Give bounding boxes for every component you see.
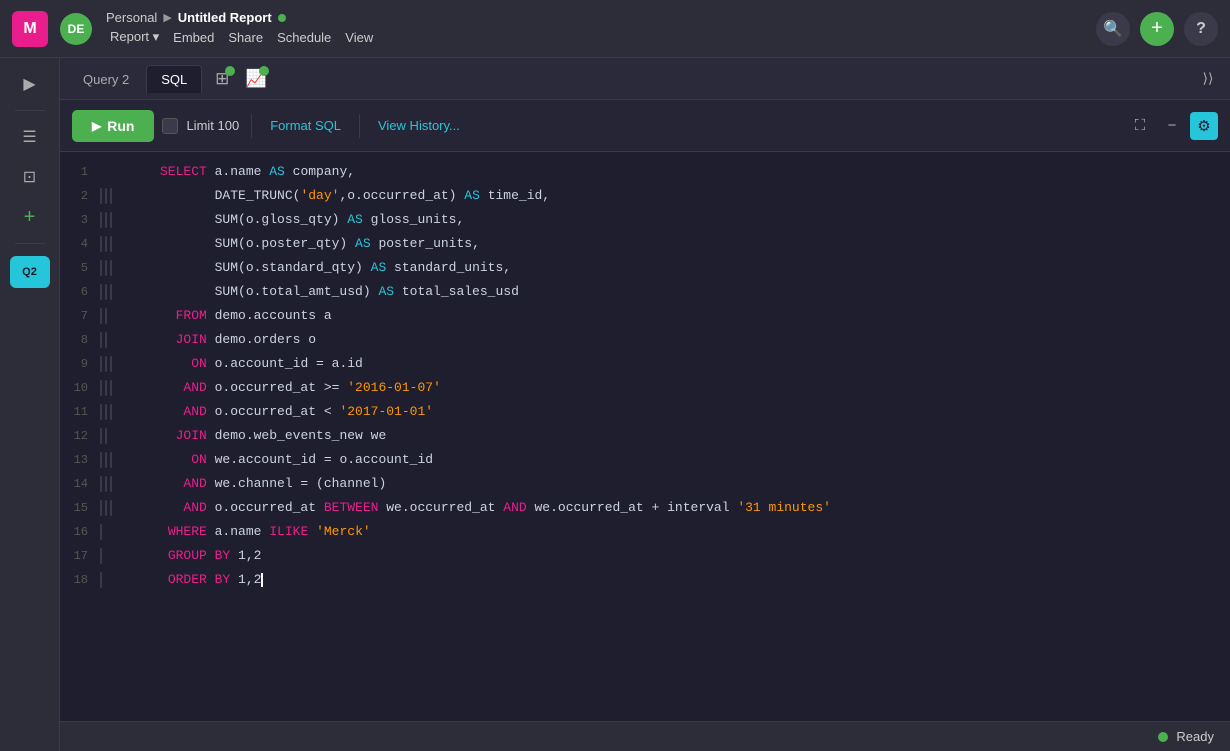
toolbar-divider-1 — [251, 114, 252, 138]
status-bar: Ready — [60, 721, 1230, 751]
sql-editor[interactable]: 1 SELECT a.name AS company, 2 DATE_TRUNC… — [60, 152, 1230, 721]
top-nav: M DE Personal ▶ Untitled Report Report ▾… — [0, 0, 1230, 58]
report-title: Untitled Report — [178, 10, 272, 25]
tabs-bar: Query 2 SQL ⊞ 📈 ⟩⟩ — [60, 58, 1230, 100]
sidebar-grid-btn[interactable]: ⊡ — [12, 159, 48, 195]
status-indicator — [1158, 732, 1168, 742]
sidebar-expand-btn[interactable]: ▶ — [12, 66, 48, 102]
user-avatar[interactable]: DE — [60, 13, 92, 45]
sql-toolbar: ▶ Run Limit 100 Format SQL View History.… — [60, 100, 1230, 152]
toolbar-icon-group: ⛶ − ⚙ — [1126, 112, 1218, 140]
sql-line-3: 3 SUM(o.gloss_qty) AS gloss_units, — [60, 208, 1230, 232]
nav-embed[interactable]: Embed — [169, 28, 218, 47]
sql-line-13: 13 ON we.account_id = o.account_id — [60, 448, 1230, 472]
settings-icon[interactable]: ⚙ — [1190, 112, 1218, 140]
run-icon: ▶ — [92, 119, 101, 133]
sql-line-4: 4 SUM(o.poster_qty) AS poster_units, — [60, 232, 1230, 256]
nav-view[interactable]: View — [341, 28, 377, 47]
panel-collapse-btn[interactable]: ⟩⟩ — [1194, 65, 1222, 93]
help-button[interactable]: ? — [1184, 12, 1218, 46]
sql-line-2: 2 DATE_TRUNC('day',o.occurred_at) AS tim… — [60, 184, 1230, 208]
right-panel: Query 2 SQL ⊞ 📈 ⟩⟩ ▶ Run — [60, 58, 1230, 751]
search-button[interactable]: 🔍 — [1096, 12, 1130, 46]
save-status-dot — [278, 14, 286, 22]
chart-badge — [259, 66, 269, 76]
query2-badge[interactable]: Q2 — [10, 256, 50, 288]
sql-line-16: 16 WHERE a.name ILIKE 'Merck' — [60, 520, 1230, 544]
sql-line-7: 7 FROM demo.accounts a — [60, 304, 1230, 328]
status-label: Ready — [1176, 729, 1214, 744]
sql-line-15: 15 AND o.occurred_at BETWEEN we.occurred… — [60, 496, 1230, 520]
sql-line-17: 17 GROUP BY 1,2 — [60, 544, 1230, 568]
tab-sql[interactable]: SQL — [146, 65, 202, 93]
format-sql-button[interactable]: Format SQL — [264, 114, 347, 137]
run-button[interactable]: ▶ Run — [72, 110, 154, 142]
expand-editor-icon[interactable]: ⛶ — [1126, 112, 1154, 140]
nav-share[interactable]: Share — [224, 28, 267, 47]
sql-line-8: 8 JOIN demo.orders o — [60, 328, 1230, 352]
tab-table-icon[interactable]: ⊞ — [206, 63, 238, 95]
sql-line-6: 6 SUM(o.total_amt_usd) AS total_sales_us… — [60, 280, 1230, 304]
sql-line-10: 10 AND o.occurred_at >= '2016-01-07' — [60, 376, 1230, 400]
sql-line-14: 14 AND we.channel = (channel) — [60, 472, 1230, 496]
left-sidebar: ▶ ☰ ⊡ + Q2 — [0, 58, 60, 751]
sql-line-9: 9 ON o.account_id = a.id — [60, 352, 1230, 376]
sidebar-add-btn[interactable]: + — [12, 199, 48, 235]
main-area: ▶ ☰ ⊡ + Q2 Query 2 SQL ⊞ 📈 — [0, 58, 1230, 751]
workspace-label: Personal — [106, 10, 157, 25]
limit-checkbox[interactable] — [162, 118, 178, 134]
sql-line-5: 5 SUM(o.standard_qty) AS standard_units, — [60, 256, 1230, 280]
toolbar-divider-2 — [359, 114, 360, 138]
breadcrumb-arrow: ▶ — [163, 11, 171, 24]
breadcrumb: Personal ▶ Untitled Report Report ▾ Embe… — [106, 10, 377, 47]
app-logo[interactable]: M — [12, 11, 48, 47]
sql-line-12: 12 JOIN demo.web_events_new we — [60, 424, 1230, 448]
sidebar-divider-1 — [15, 110, 45, 111]
sql-line-1: 1 SELECT a.name AS company, — [60, 160, 1230, 184]
view-history-button[interactable]: View History... — [372, 114, 466, 137]
sidebar-pages-btn[interactable]: ☰ — [12, 119, 48, 155]
nav-report[interactable]: Report ▾ — [106, 27, 163, 47]
sql-line-18: 18 ORDER BY 1,2 — [60, 568, 1230, 592]
limit-toggle[interactable]: Limit 100 — [162, 118, 239, 134]
table-badge — [225, 66, 235, 76]
minimize-editor-icon[interactable]: − — [1158, 112, 1186, 140]
nav-schedule[interactable]: Schedule — [273, 28, 335, 47]
add-button[interactable]: + — [1140, 12, 1174, 46]
tab-chart-icon[interactable]: 📈 — [240, 63, 272, 95]
tab-query2[interactable]: Query 2 — [68, 65, 144, 93]
sql-line-11: 11 AND o.occurred_at < '2017-01-01' — [60, 400, 1230, 424]
sidebar-divider-2 — [15, 243, 45, 244]
